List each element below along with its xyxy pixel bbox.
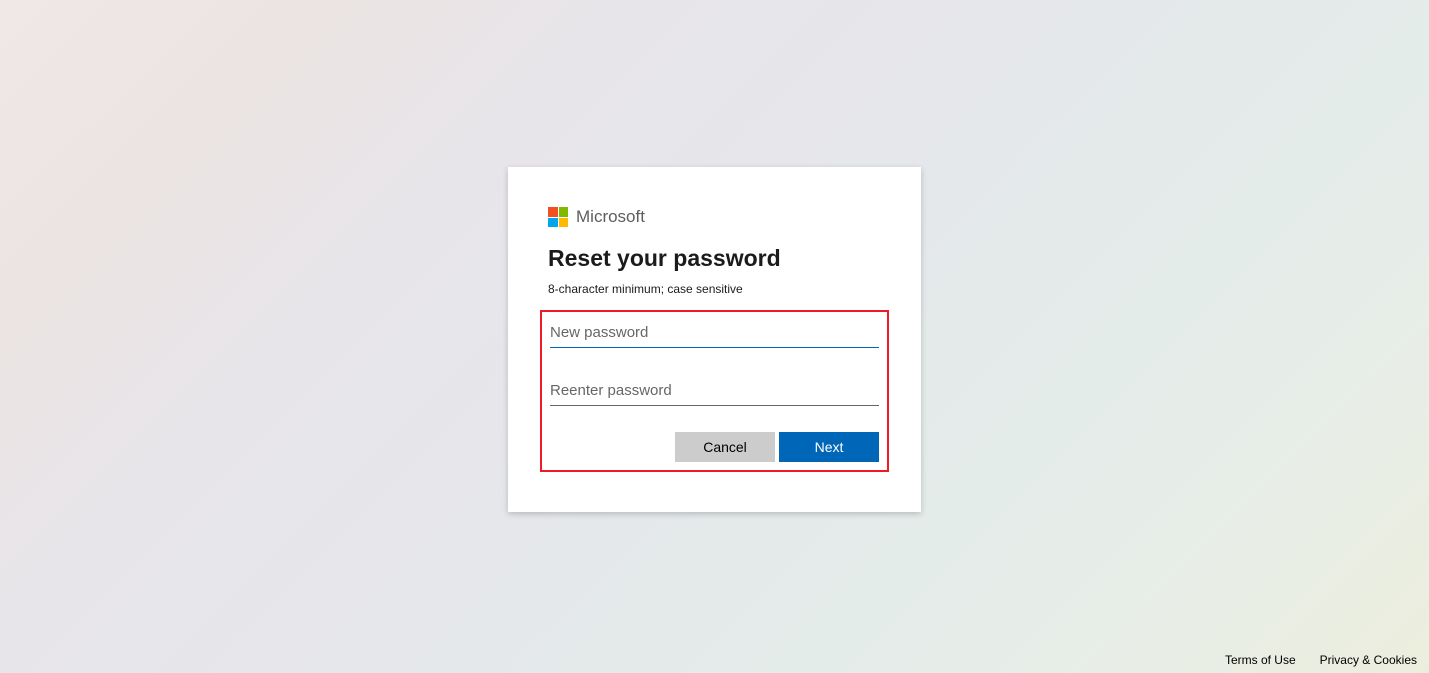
reset-password-card: Microsoft Reset your password 8-characte… [508, 167, 921, 512]
page-title: Reset your password [548, 245, 881, 272]
footer-links: Terms of Use Privacy & Cookies [1225, 653, 1417, 667]
reenter-password-input[interactable] [550, 376, 879, 406]
new-password-input[interactable] [550, 318, 879, 348]
button-row: Cancel Next [550, 432, 879, 462]
next-button[interactable]: Next [779, 432, 879, 462]
brand-text: Microsoft [576, 207, 645, 227]
brand-row: Microsoft [548, 207, 881, 227]
microsoft-logo-icon [548, 207, 568, 227]
privacy-link[interactable]: Privacy & Cookies [1320, 653, 1417, 667]
highlight-box: Cancel Next [540, 310, 889, 472]
password-hint: 8-character minimum; case sensitive [548, 282, 881, 296]
cancel-button[interactable]: Cancel [675, 432, 775, 462]
terms-link[interactable]: Terms of Use [1225, 653, 1296, 667]
